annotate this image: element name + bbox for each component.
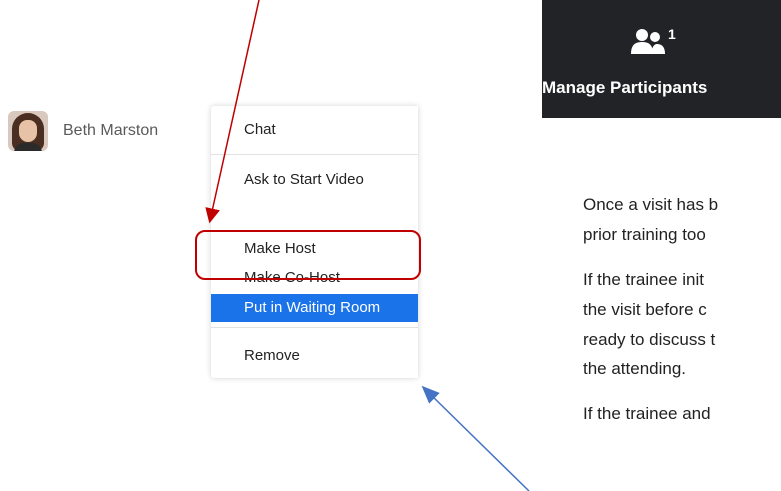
red-arrow (205, 0, 260, 224)
blue-arrow (421, 385, 530, 491)
annotation-arrows (205, 0, 530, 491)
